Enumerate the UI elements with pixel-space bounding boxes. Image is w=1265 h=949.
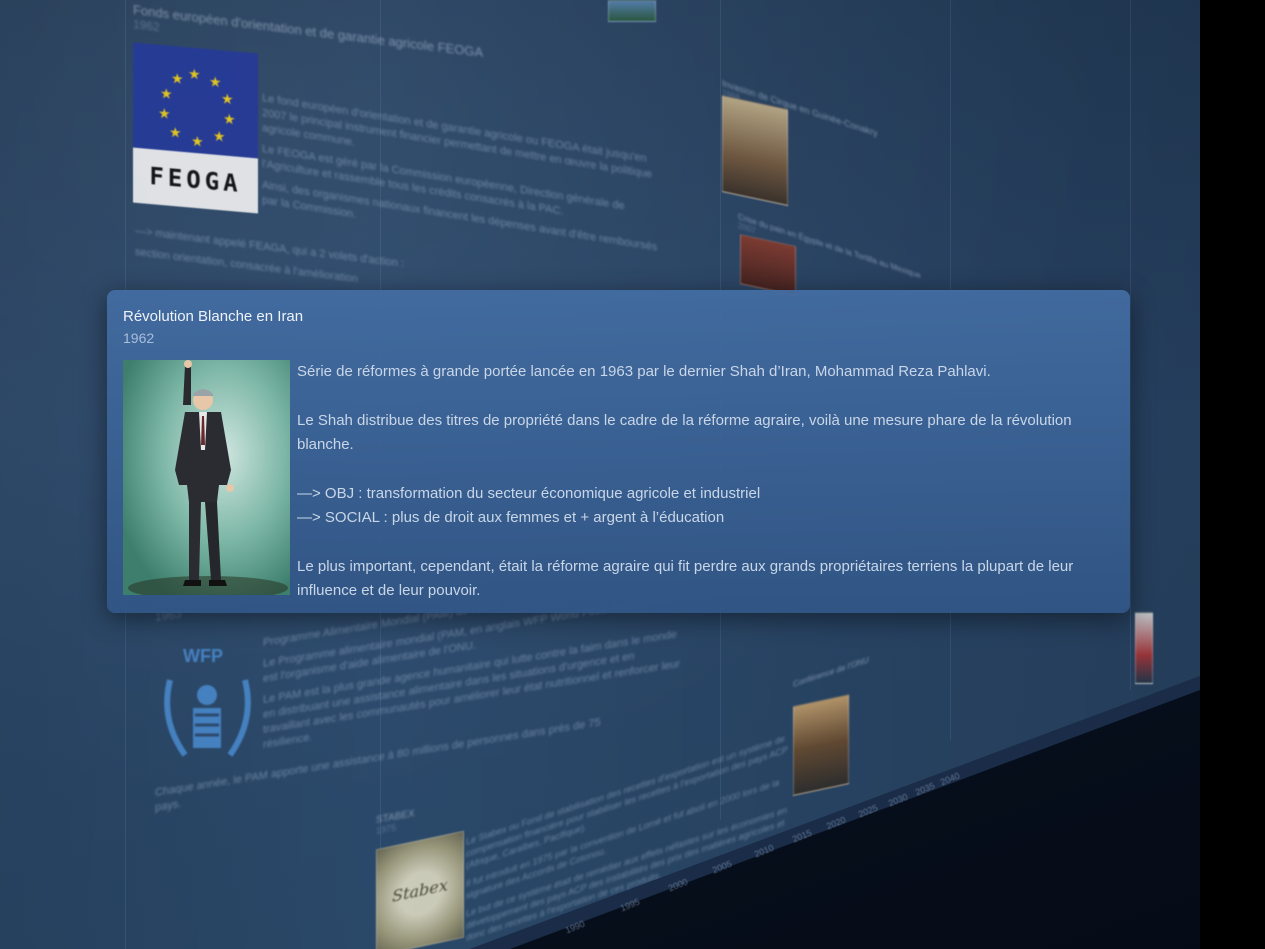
- event-title: Révolution Blanche en Iran: [123, 308, 304, 325]
- svg-text:WFP: WFP: [183, 646, 223, 666]
- feoga-logo: ★ ★ ★ ★ ★ ★ ★ ★ ★ ★ FEOGA: [133, 42, 258, 214]
- entry-thumbnail: [793, 694, 849, 796]
- wfp-logo: WFP: [155, 640, 260, 770]
- event-year: 1962: [123, 330, 155, 346]
- event-detail-card[interactable]: Révolution Blanche en Iran 1962 Série de…: [107, 290, 1130, 613]
- description-paragraph: Série de réformes à grande portée lancée…: [297, 363, 991, 380]
- wfp-emblem-icon: WFP: [164, 646, 251, 757]
- social-line: —> SOCIAL : plus de droit aux femmes et …: [297, 509, 725, 526]
- feoga-logo-text: FEOGA: [133, 147, 258, 214]
- portrait-photo-icon: [123, 360, 290, 595]
- objective-line: —> OBJ : transformation du secteur écono…: [297, 484, 761, 502]
- entry-thumbnail: [722, 94, 788, 207]
- description-paragraph: Le plus important, cependant, était la r…: [297, 557, 1074, 600]
- description-paragraph: Le Shah distribue des titres de propriét…: [297, 411, 1072, 454]
- entry-thumbnail: [1135, 612, 1153, 684]
- stabex-logo: Stabex: [376, 830, 464, 949]
- eu-flag-icon: ★ ★ ★ ★ ★ ★ ★ ★ ★ ★: [133, 42, 258, 159]
- event-description: Série de réformes à grande portée lancée…: [297, 360, 1117, 628]
- entry-thumbnail: [608, 0, 656, 22]
